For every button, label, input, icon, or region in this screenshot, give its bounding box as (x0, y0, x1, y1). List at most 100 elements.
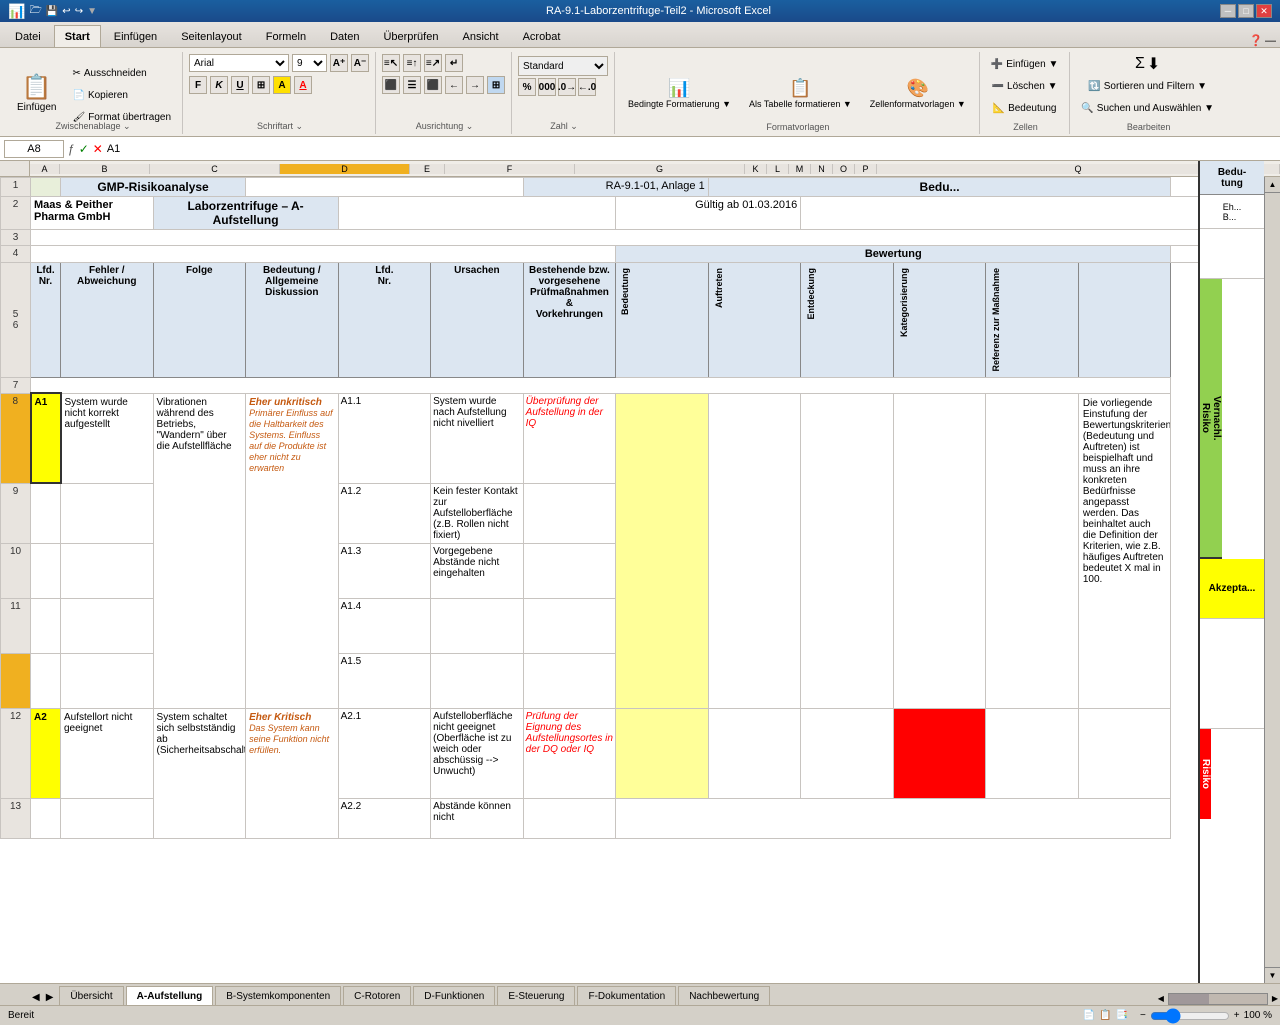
tab-einfuegen[interactable]: Einfügen (103, 25, 168, 47)
zellenformatvorlagen-button[interactable]: 🎨 Zellenformatvorlagen ▼ (863, 74, 973, 113)
align-bottom-right-button[interactable]: ≡↗ (424, 54, 442, 72)
view-layout-button[interactable]: 📋 (1099, 1010, 1111, 1021)
tab-nachbewertung[interactable]: Nachbewertung (678, 986, 770, 1005)
find-select-button[interactable]: 🔍Suchen und Auswählen ▼ (1076, 98, 1219, 118)
tab-seitenlayout[interactable]: Seitenlayout (170, 25, 253, 47)
zoom-in-button[interactable]: + (1234, 1010, 1240, 1021)
font-shrink-button[interactable]: A⁻ (351, 54, 369, 72)
zellen-einfuegen-button[interactable]: ➕Einfügen ▼ (986, 54, 1064, 74)
a1-referenz-val[interactable] (986, 393, 1079, 708)
merge-center-button[interactable]: ⊞ (487, 76, 505, 94)
sort-filter-button[interactable]: 🔃Sortieren und Filtern ▼ (1083, 76, 1212, 96)
comma-button[interactable]: 000 (538, 78, 556, 96)
a2-entdeckung-val[interactable] (801, 708, 894, 798)
a2-bedeutung: Eher Kritisch Das System kann seine Funk… (246, 708, 339, 838)
underline-button[interactable]: U (231, 76, 249, 94)
tab-acrobat[interactable]: Acrobat (512, 25, 572, 47)
zellen-loeschen-button[interactable]: ➖Löschen ▼ (987, 76, 1063, 96)
cut-button[interactable]: ✂Ausschneiden (67, 63, 176, 83)
close-button[interactable]: ✕ (1256, 4, 1272, 18)
a1-2-massnahmen (523, 483, 616, 543)
prev-sheet-button[interactable]: ◀ (30, 990, 42, 1005)
a1-3-massnahmen (523, 543, 616, 598)
tab-f-dokumentation[interactable]: F-Dokumentation (577, 986, 676, 1005)
view-page-button[interactable]: 📑 (1116, 1010, 1128, 1021)
cancel-icon: ✕ (93, 142, 103, 156)
zoom-slider[interactable] (1150, 1008, 1230, 1024)
formula-input[interactable]: A1 (107, 140, 1276, 158)
tab-c-rotoren[interactable]: C-Rotoren (343, 986, 411, 1005)
decrease-decimal-button[interactable]: ←.0 (578, 78, 596, 96)
a1-5-ursachen (431, 653, 524, 708)
tab-ansicht[interactable]: Ansicht (451, 25, 509, 47)
a2-auftreten-val[interactable] (708, 708, 801, 798)
zoom-out-button[interactable]: − (1140, 1010, 1146, 1021)
cell-reference-input[interactable]: A8 (4, 140, 64, 158)
align-left-button[interactable]: ⬛ (382, 76, 400, 94)
tab-start[interactable]: Start (54, 25, 101, 47)
align-right-button[interactable]: ⬛ (424, 76, 442, 94)
percent-button[interactable]: % (518, 78, 536, 96)
border-button[interactable]: ⊞ (252, 76, 270, 94)
tab-b-systemkomponenten[interactable]: B-Systemkomponenten (215, 986, 341, 1005)
restore-button[interactable]: □ (1238, 4, 1254, 18)
indent-less-button[interactable]: ← (445, 76, 463, 94)
view-normal-button[interactable]: 📄 (1083, 1010, 1095, 1021)
col-header-D: D (280, 164, 410, 174)
tab-ueberpruefen[interactable]: Überprüfen (372, 25, 449, 47)
format-button[interactable]: 📐Bedeutung (988, 98, 1062, 118)
align-middle-center-button[interactable]: ≡↑ (403, 54, 421, 72)
a2-fehler: Aufstellort nicht geeignet (61, 708, 154, 798)
align-top-left-button[interactable]: ≡↖ (382, 54, 400, 72)
paste-icon: 📋 (22, 73, 52, 102)
fill-color-button[interactable]: A (273, 76, 291, 94)
minimize-button[interactable]: ─ (1220, 4, 1236, 18)
tab-datei[interactable]: Datei (4, 25, 52, 47)
font-family-select[interactable]: Arial (189, 54, 289, 72)
tab-e-steuerung[interactable]: E-Steuerung (497, 986, 575, 1005)
a1-auftreten-val[interactable] (708, 393, 801, 708)
wrap-text-button[interactable]: ↵ (445, 54, 463, 72)
font-grow-button[interactable]: A⁺ (330, 54, 348, 72)
tab-a-aufstellung[interactable]: A-Aufstellung (126, 986, 214, 1005)
ribbon-group-schriftart: Arial 9 A⁺ A⁻ F K U ⊞ A A Schriftar (185, 52, 376, 134)
col-header-row: A (30, 164, 60, 174)
tab-daten[interactable]: Daten (319, 25, 370, 47)
h-scrollbar-track[interactable] (1168, 993, 1268, 1005)
number-format-select[interactable]: Standard (518, 56, 608, 76)
copy-button[interactable]: 📄Kopieren (67, 85, 176, 105)
indent-more-button[interactable]: → (466, 76, 484, 94)
scroll-left-button[interactable]: ◀ (1156, 992, 1166, 1005)
ribbon-group-zahl: Standard % 000 .0→ ←.0 Zahl ⌄ (514, 52, 615, 134)
font-color-button[interactable]: A (294, 76, 312, 94)
next-sheet-button[interactable]: ▶ (44, 990, 56, 1005)
align-center-button[interactable]: ☰ (403, 76, 421, 94)
a2-referenz-val[interactable] (986, 708, 1079, 798)
tab-d-funktionen[interactable]: D-Funktionen (413, 986, 495, 1005)
als-tabelle-button[interactable]: 📋 Als Tabelle formatieren ▼ (742, 74, 859, 113)
a2-kategorisierung-val[interactable] (893, 708, 986, 798)
title-cell-2: Laborzentrifuge – A-Aufstellung (153, 197, 338, 230)
scroll-right-button[interactable]: ▶ (1270, 992, 1280, 1005)
paste-button[interactable]: 📋 Einfügen (8, 68, 65, 118)
a1-lfd-nr[interactable]: A1 (31, 393, 61, 483)
a1-kategorisierung-val[interactable] (893, 393, 986, 708)
a2-q-val (1078, 708, 1171, 798)
a2-bedeutung-val[interactable] (616, 708, 709, 798)
h-scrollbar-thumb[interactable] (1169, 994, 1209, 1004)
font-size-select[interactable]: 9 (292, 54, 327, 72)
help-icon[interactable]: ❓ (1249, 34, 1263, 47)
window-controls[interactable]: ─ □ ✕ (1220, 4, 1272, 18)
scroll-up-button[interactable]: ▲ (1265, 177, 1280, 193)
scroll-down-button[interactable]: ▼ (1265, 967, 1280, 983)
increase-decimal-button[interactable]: .0→ (558, 78, 576, 96)
a1-entdeckung-val[interactable] (801, 393, 894, 708)
a2-lfd-nr[interactable]: A2 (31, 708, 61, 798)
a1-bedeutung-val[interactable] (616, 393, 709, 708)
bold-button[interactable]: F (189, 76, 207, 94)
tab-ubersicht[interactable]: Übersicht (59, 986, 123, 1005)
bedingte-formatierung-button[interactable]: 📊 Bedingte Formatierung ▼ (621, 74, 738, 113)
tab-formeln[interactable]: Formeln (255, 25, 317, 47)
ribbon-minimize-icon[interactable]: — (1265, 35, 1276, 47)
italic-button[interactable]: K (210, 76, 228, 94)
